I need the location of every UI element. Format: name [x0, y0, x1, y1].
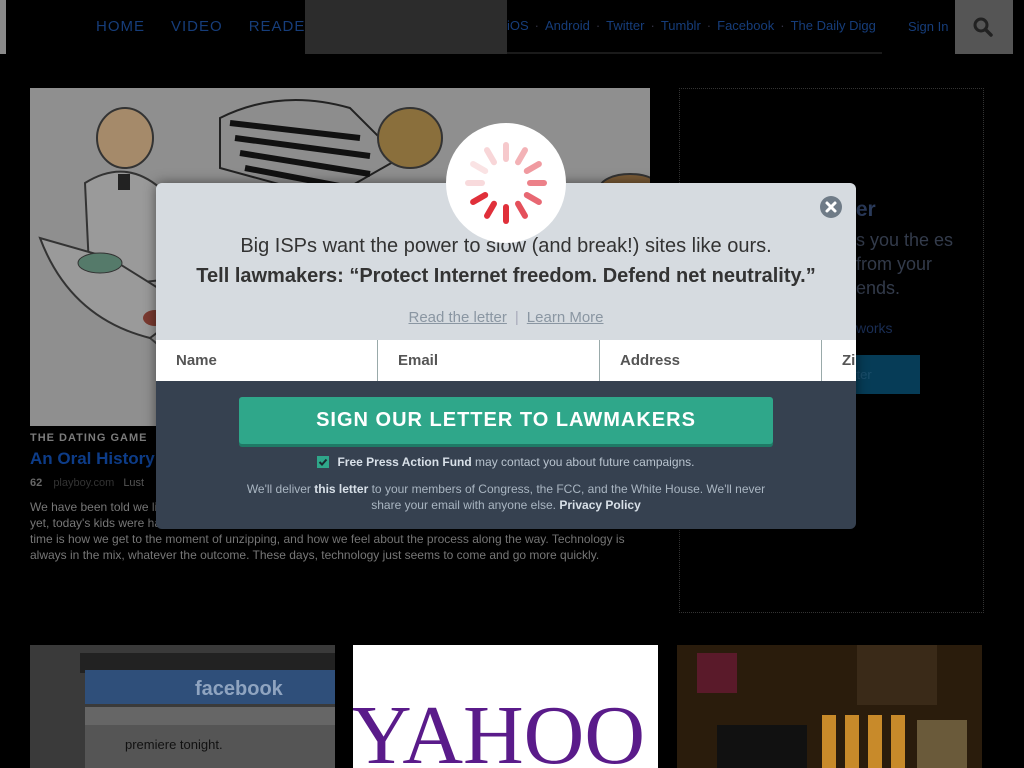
tile-facebook-label: facebook	[195, 678, 284, 700]
tile-yahoo-logo: YAHOO	[353, 689, 645, 768]
excerpt-line: always in the mix, whatever the outcome.…	[30, 548, 600, 562]
modal-headline: Tell lawmakers: “Protect Internet freedo…	[196, 265, 816, 287]
sep: ·	[706, 18, 712, 33]
address-field[interactable]	[600, 340, 822, 381]
feature-meta-extra: Lust	[123, 477, 145, 489]
nav-home[interactable]: HOME	[96, 18, 145, 35]
story-tile-facebook[interactable]: facebook premiere tonight.	[30, 645, 335, 768]
feature-meta: 62 playboy.com Lust	[30, 477, 144, 489]
link-divider: |	[514, 309, 519, 326]
social-facebook[interactable]: Facebook	[717, 18, 774, 33]
this-letter-link[interactable]: this letter	[314, 482, 368, 496]
email-field[interactable]	[378, 340, 600, 381]
nav-video[interactable]: VIDEO	[171, 18, 223, 35]
social-android[interactable]: Android	[545, 18, 590, 33]
delivery-note: We'll deliver this letter to your member…	[236, 481, 776, 513]
sep: ·	[534, 18, 540, 33]
consent-checkbox[interactable]	[317, 456, 330, 468]
close-icon	[825, 201, 837, 213]
consent-text: may contact you about future campaigns.	[471, 455, 695, 469]
left-edge	[0, 0, 6, 54]
close-button[interactable]	[820, 196, 842, 218]
consent-org: Free Press Action Fund	[337, 455, 472, 469]
read-letter-link[interactable]: Read the letter	[408, 309, 506, 326]
learn-more-link[interactable]: Learn More	[527, 309, 604, 326]
spinner-icon	[465, 142, 547, 224]
social-ios[interactable]: iOS	[507, 18, 529, 33]
loading-spinner	[446, 123, 566, 243]
zip-field[interactable]	[822, 340, 856, 381]
check-icon	[319, 458, 328, 466]
sep: ·	[780, 18, 785, 33]
name-field[interactable]	[156, 340, 378, 381]
privacy-policy-link[interactable]: Privacy Policy	[559, 498, 640, 512]
feature-source[interactable]: playboy.com	[53, 477, 114, 489]
header-promo-box	[305, 0, 507, 54]
social-daily-digg[interactable]: The Daily Digg	[791, 18, 876, 33]
consent-line: Free Press Action Fund may contact you a…	[156, 455, 856, 469]
search-icon[interactable]	[973, 17, 993, 37]
newsletter-text: s you the es from your ends.	[856, 230, 954, 298]
feature-headline[interactable]: An Oral History	[30, 449, 155, 469]
digg-count: 62	[30, 477, 43, 489]
sign-letter-button[interactable]: SIGN OUR LETTER TO LAWMAKERS	[239, 397, 773, 444]
deliver-text-1: We'll deliver	[246, 482, 315, 496]
feature-kicker: THE DATING GAME	[30, 432, 148, 444]
newsletter-link[interactable]: works	[856, 320, 893, 336]
tile-facebook-sub: premiere tonight.	[125, 737, 223, 752]
story-tile-yahoo[interactable]: YAHOO	[353, 645, 658, 768]
modal-links: Read the letter | Learn More	[156, 309, 856, 326]
sign-in-link[interactable]: Sign In	[908, 19, 948, 34]
story-tile-bar[interactable]	[677, 645, 982, 768]
excerpt-line: time is how we get to the moment of unzi…	[30, 532, 625, 546]
sep: ·	[650, 18, 655, 33]
main-nav: HOME VIDEO READER	[96, 18, 317, 35]
social-tumblr[interactable]: Tumblr	[661, 18, 701, 33]
sep: ·	[595, 18, 601, 33]
twitter-button[interactable]: itter	[846, 355, 920, 394]
social-links: iOS · Android · Twitter · Tumblr · Facebook ·…	[507, 18, 876, 33]
signup-fields	[156, 340, 856, 381]
social-twitter[interactable]: Twitter	[606, 18, 644, 33]
